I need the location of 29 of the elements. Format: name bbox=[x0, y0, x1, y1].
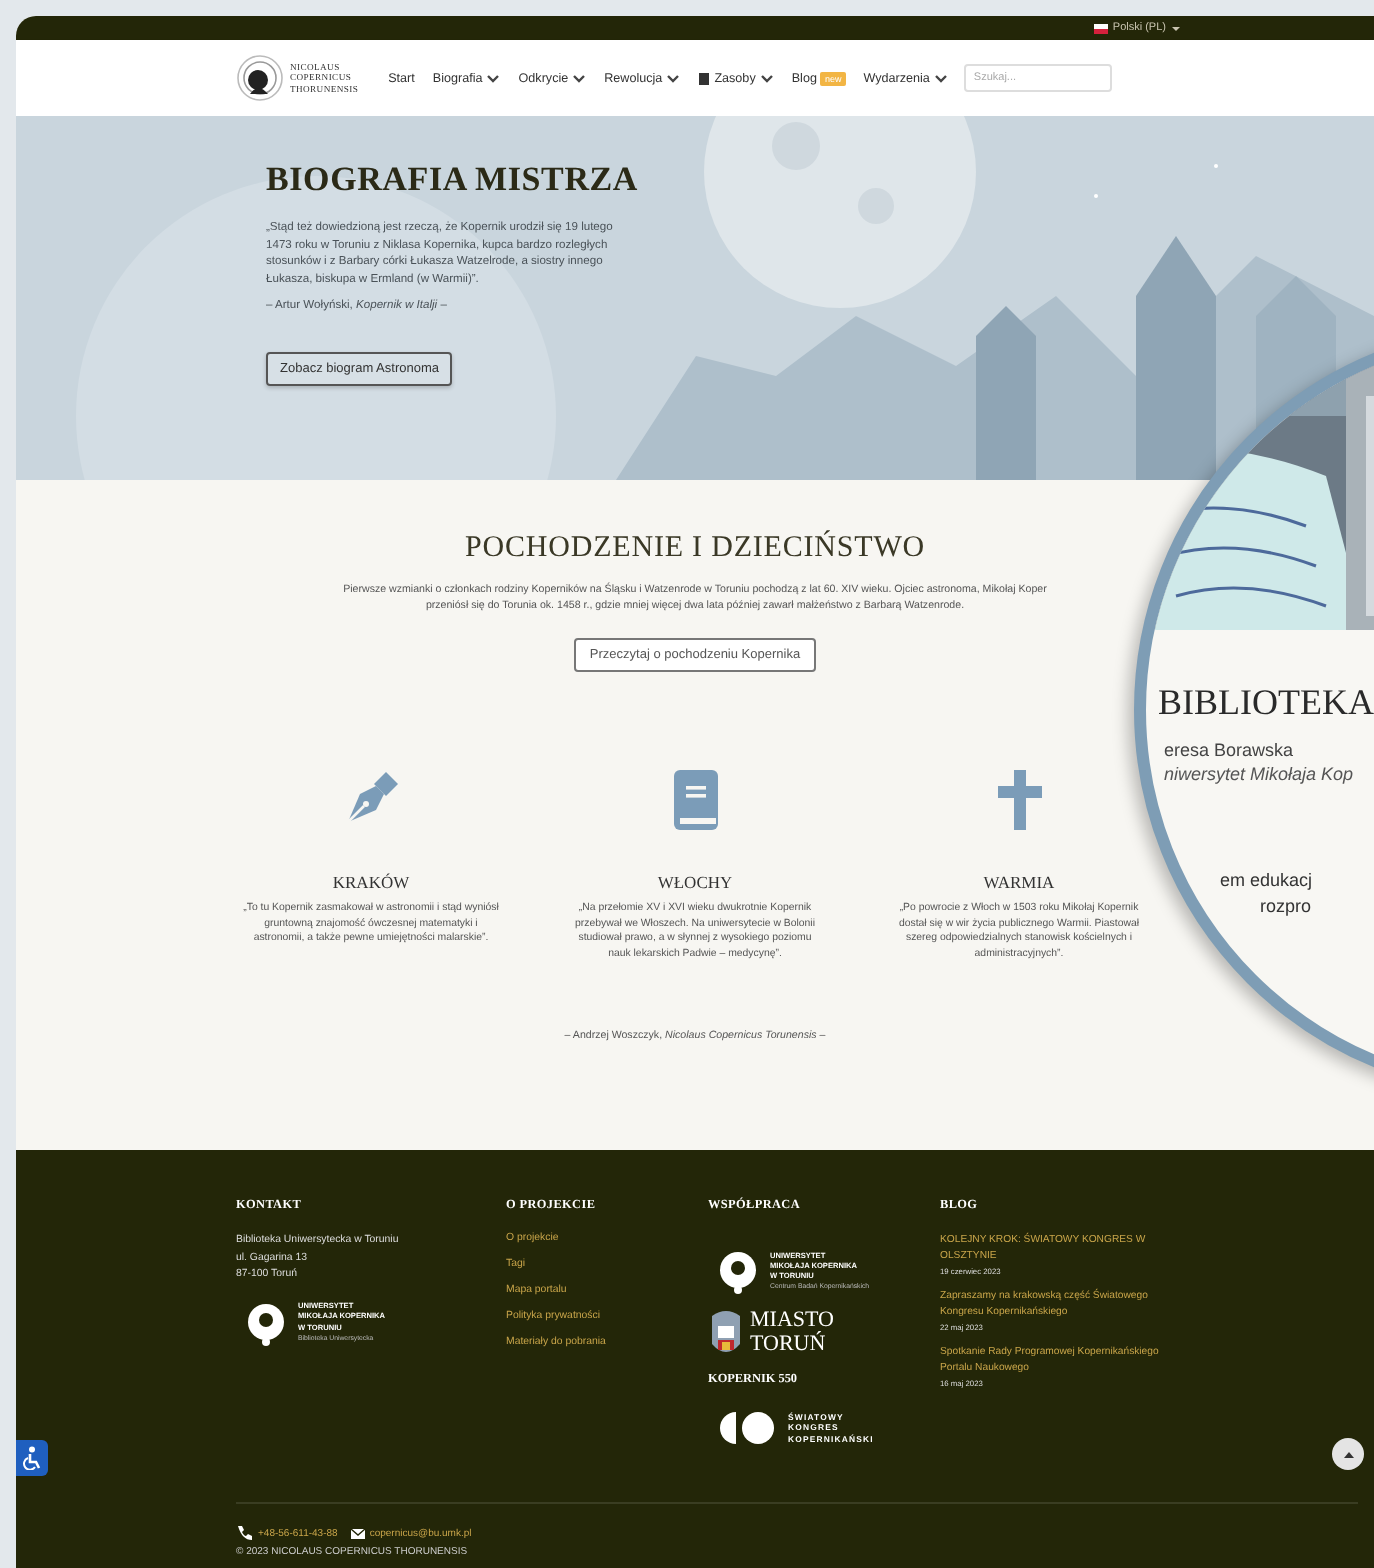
caret-icon bbox=[572, 72, 587, 84]
caret-up-icon bbox=[1341, 1449, 1355, 1459]
caret-icon bbox=[933, 72, 948, 84]
caret-icon bbox=[1170, 23, 1182, 33]
phone-icon bbox=[236, 1524, 254, 1542]
caret-icon bbox=[759, 72, 774, 84]
article-text: em edukacj bbox=[1220, 868, 1313, 894]
column-title: WARMIA bbox=[983, 872, 1055, 892]
caret-icon bbox=[486, 72, 501, 84]
author-name: eresa Borawska bbox=[1162, 740, 1294, 760]
caret-icon bbox=[666, 72, 681, 84]
coat-of-arms-icon bbox=[708, 1308, 744, 1356]
university-emblem-icon bbox=[244, 1299, 288, 1347]
flag-icon bbox=[1094, 23, 1109, 33]
congress-emblem-icon bbox=[720, 1410, 774, 1446]
accessibility-button[interactable] bbox=[16, 1440, 48, 1476]
column-title: WŁOCHY bbox=[657, 872, 733, 892]
article-text: rozpro bbox=[1258, 894, 1313, 920]
wheelchair-icon bbox=[22, 1446, 42, 1470]
book-icon bbox=[698, 71, 711, 85]
envelope-icon bbox=[349, 1525, 366, 1541]
section-title: POCHODZENIE I DZIECIŃSTWO bbox=[465, 532, 925, 566]
column-title: KRAKÓW bbox=[332, 872, 410, 892]
author-affiliation: niwersytet Mikołaja Kop bbox=[1162, 764, 1354, 784]
logo-text: TORUŃ bbox=[750, 1332, 828, 1356]
university-emblem-icon bbox=[716, 1248, 760, 1296]
logo-text: MIASTO bbox=[750, 1308, 834, 1332]
logo-icon bbox=[236, 54, 284, 102]
article-title: BIBLIOTEKA bbox=[1158, 682, 1374, 724]
